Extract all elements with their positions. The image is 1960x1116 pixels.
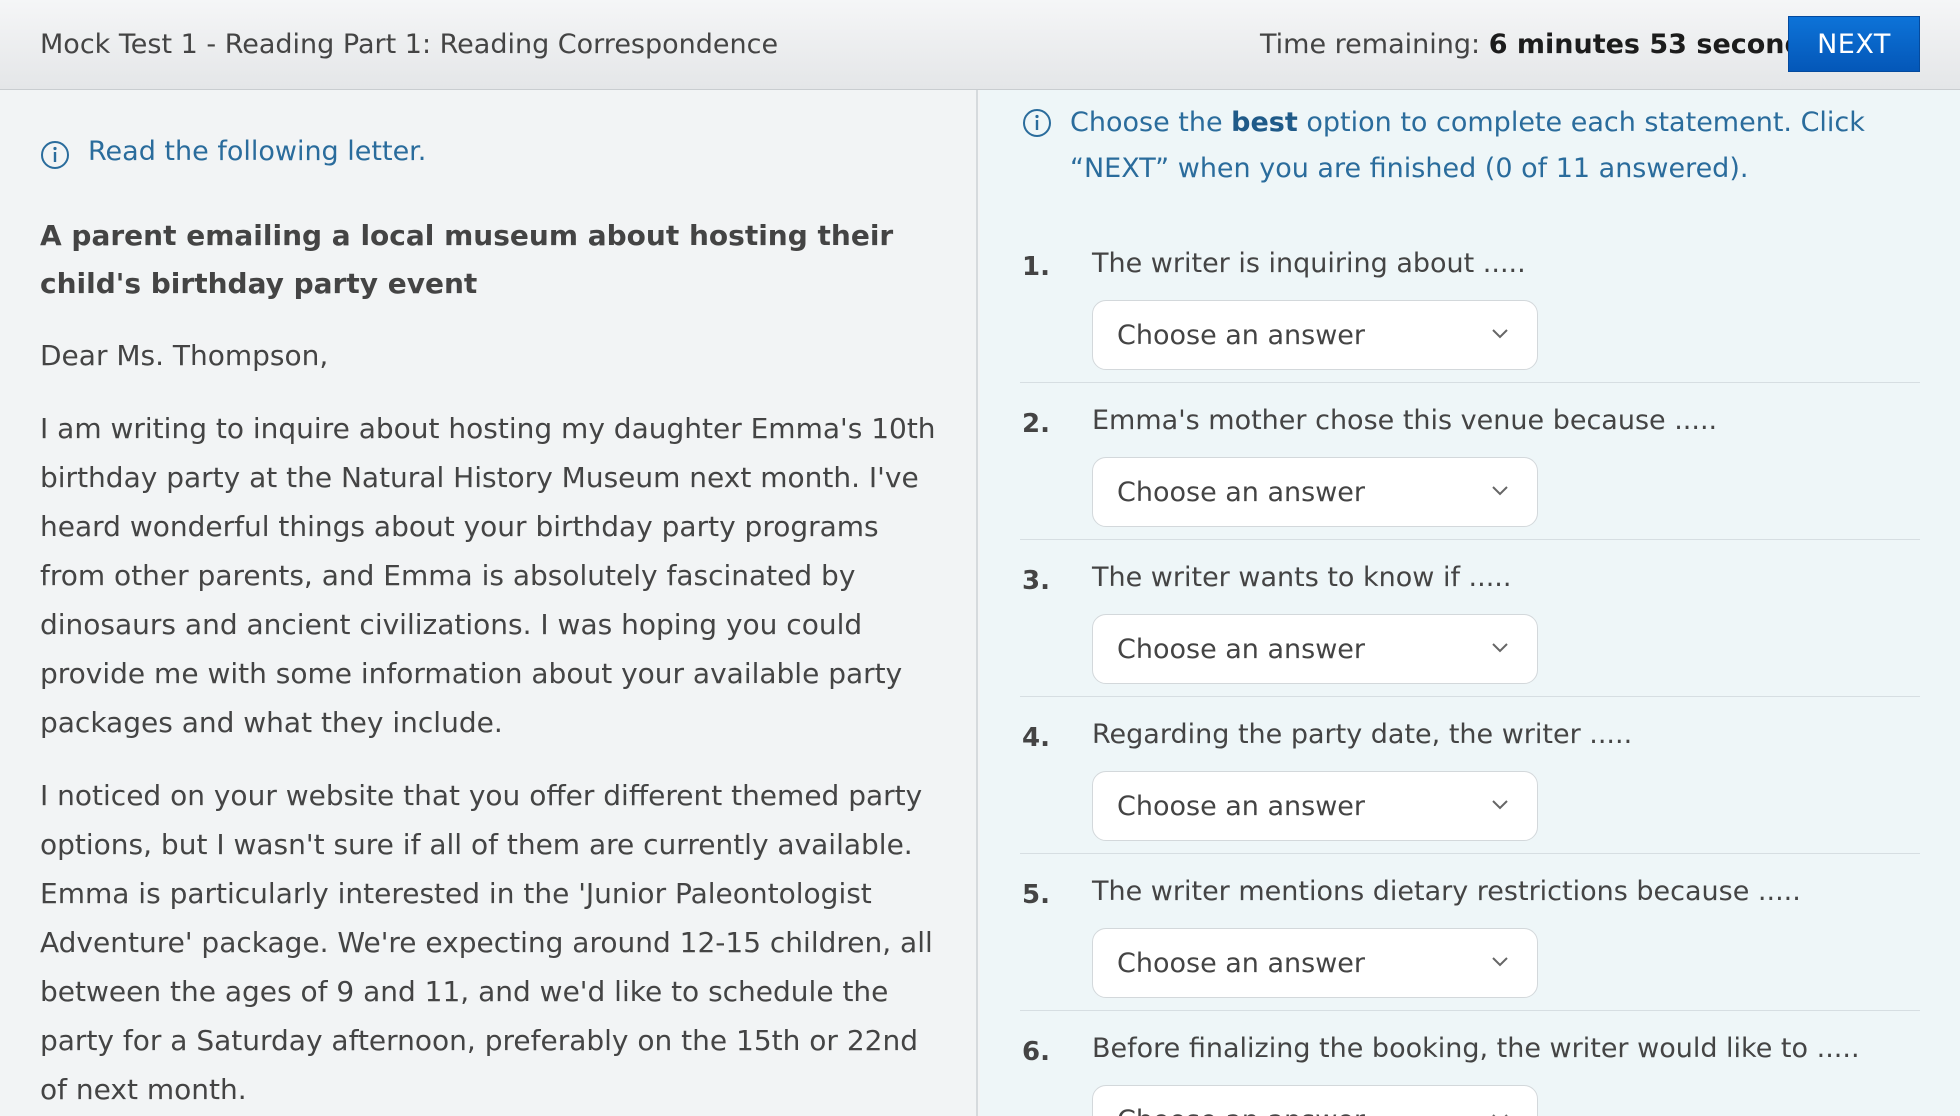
top-bar: Mock Test 1 - Reading Part 1: Reading Co… xyxy=(0,0,1960,90)
question-list: 1. The writer is inquiring about ..... C… xyxy=(1020,226,1920,1116)
dropdown-value: Choose an answer xyxy=(1117,947,1366,979)
page-title: Mock Test 1 - Reading Part 1: Reading Co… xyxy=(40,29,779,60)
question-text: The writer wants to know if ..... xyxy=(1092,562,1512,593)
question-number: 4. xyxy=(1022,723,1050,753)
timer-label: Time remaining: xyxy=(1260,29,1481,60)
question-item: 3. The writer wants to know if ..... Cho… xyxy=(1020,540,1920,697)
question-item: 4. Regarding the party date, the writer … xyxy=(1020,697,1920,854)
letter-paragraph: I am writing to inquire about hosting my… xyxy=(40,412,936,739)
instruction-emphasis: best xyxy=(1231,107,1298,138)
question-item: 2. Emma's mother chose this venue becaus… xyxy=(1020,383,1920,540)
answer-dropdown[interactable]: Choose an answer xyxy=(1092,300,1538,370)
questions-panel[interactable]: Choose the best option to complete each … xyxy=(980,90,1960,1116)
answer-dropdown[interactable]: Choose an answer xyxy=(1092,1085,1538,1116)
passage-instruction-text: Read the following letter. xyxy=(88,136,427,167)
time-remaining: Time remaining: 6 minutes 53 seconds xyxy=(1260,0,1820,90)
answer-dropdown[interactable]: Choose an answer xyxy=(1092,771,1538,841)
chevron-down-icon xyxy=(1492,643,1508,653)
question-text: Emma's mother chose this venue because .… xyxy=(1092,405,1718,436)
question-number: 2. xyxy=(1022,409,1050,439)
instruction-part: Choose the xyxy=(1070,107,1232,138)
chevron-down-icon xyxy=(1492,486,1508,496)
dropdown-value: Choose an answer xyxy=(1117,319,1366,351)
question-text: The writer mentions dietary restrictions… xyxy=(1092,876,1801,907)
answer-dropdown[interactable]: Choose an answer xyxy=(1092,614,1538,684)
next-button[interactable]: NEXT xyxy=(1788,16,1920,72)
questions-instruction: Choose the best option to complete each … xyxy=(1022,100,1922,192)
question-item: 6. Before finalizing the booking, the wr… xyxy=(1020,1011,1920,1116)
chevron-down-icon xyxy=(1492,800,1508,810)
answer-dropdown[interactable]: Choose an answer xyxy=(1092,928,1538,998)
question-text: The writer is inquiring about ..... xyxy=(1092,248,1526,279)
question-number: 3. xyxy=(1022,566,1050,596)
dropdown-value: Choose an answer xyxy=(1117,1105,1365,1116)
question-text: Regarding the party date, the writer ...… xyxy=(1092,719,1633,750)
info-circle-icon xyxy=(1023,109,1051,137)
question-number: 1. xyxy=(1022,252,1050,282)
questions-instruction-text: Choose the best option to complete each … xyxy=(1070,100,1922,192)
reading-passage-panel[interactable]: Read the following letter. A parent emai… xyxy=(0,90,978,1116)
question-number: 6. xyxy=(1022,1037,1050,1067)
chevron-down-icon xyxy=(1492,329,1508,339)
letter-title: A parent emailing a local museum about h… xyxy=(40,219,894,300)
question-number: 5. xyxy=(1022,880,1050,910)
letter: A parent emailing a local museum about h… xyxy=(40,212,940,1116)
timer-value: 6 minutes 53 seconds xyxy=(1488,29,1820,60)
dropdown-value: Choose an answer xyxy=(1117,476,1366,508)
question-item: 5. The writer mentions dietary restricti… xyxy=(1020,854,1920,1011)
letter-salutation: Dear Ms. Thompson, xyxy=(40,339,329,372)
question-item: 1. The writer is inquiring about ..... C… xyxy=(1020,226,1920,383)
dropdown-value: Choose an answer xyxy=(1117,790,1366,822)
info-circle-icon xyxy=(41,141,69,169)
passage-instruction: Read the following letter. xyxy=(40,136,426,170)
dropdown-value: Choose an answer xyxy=(1117,633,1366,665)
answer-dropdown[interactable]: Choose an answer xyxy=(1092,457,1538,527)
chevron-down-icon xyxy=(1492,957,1508,967)
letter-paragraph: I noticed on your website that you offer… xyxy=(40,779,933,1106)
question-text: Before finalizing the booking, the write… xyxy=(1092,1033,1860,1064)
